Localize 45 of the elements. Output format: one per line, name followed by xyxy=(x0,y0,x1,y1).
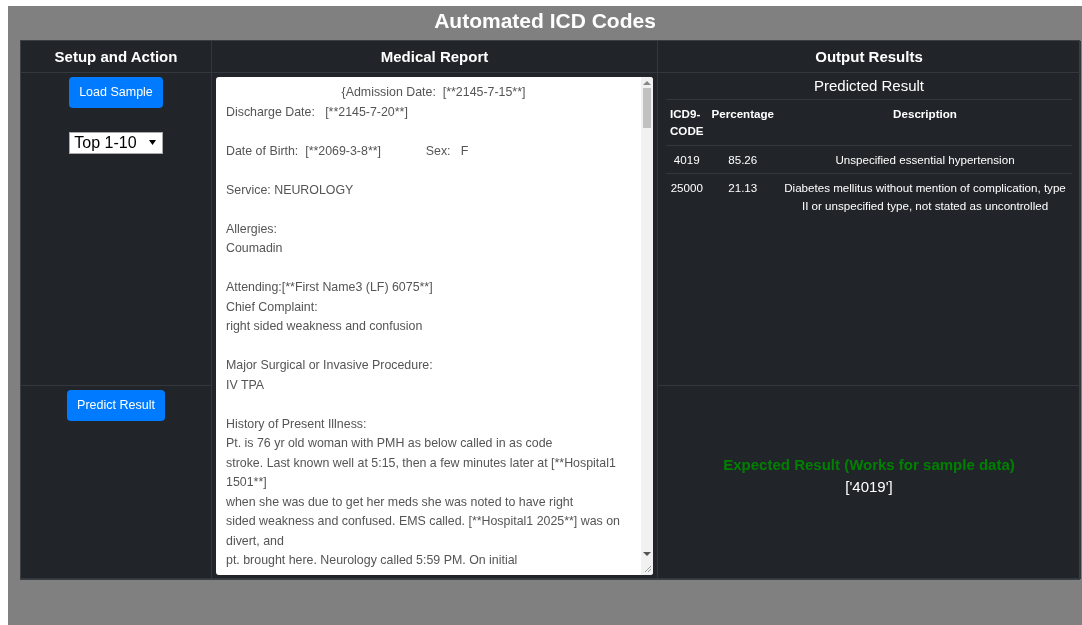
report-line: Discharge Date: [**2145-7-20**] xyxy=(226,103,408,121)
column-header: Medical Report xyxy=(212,41,658,73)
scroll-down-icon[interactable] xyxy=(643,551,651,557)
table-cell: Unspecified essential hypertension xyxy=(778,145,1072,174)
report-line: Chief Complaint: xyxy=(226,298,318,316)
table-cell: 25000 xyxy=(666,173,708,219)
report-line: sided weakness and confused. EMS called. [**Hospital1 2025**] was on xyxy=(226,513,620,530)
report-line: History of Present Illness: xyxy=(226,415,367,433)
page-title: Automated ICD Codes xyxy=(433,8,657,34)
scroll-up-icon[interactable] xyxy=(643,80,651,86)
table-cell: 21.13 xyxy=(707,173,778,219)
report-line: 1501**] xyxy=(226,474,267,491)
predicted-result-title: Predicted Result xyxy=(812,76,926,96)
report-line: IV TPA xyxy=(226,376,265,394)
table-cell: Diabetes mellitus without mention of complication, type II or unspecified type, not stated as uncontrolled xyxy=(778,173,1072,219)
load-sample-button[interactable]: Load Sample xyxy=(69,77,163,108)
report-line: Coumadin xyxy=(226,240,283,257)
report-line: Attending:[**First Name3 (LF) 6075**] xyxy=(226,279,433,296)
report-text-area[interactable] xyxy=(216,77,653,575)
report-line: stroke. Last known well at 5:15, then a few minutes later at [**Hospital1 xyxy=(226,454,616,472)
column-header: Description xyxy=(778,99,1072,146)
report-line: pt. brought here. Neurology called 5:59 PM. On initial xyxy=(226,552,518,569)
predict-result-button[interactable]: Predict Result xyxy=(67,390,165,421)
resize-grip-icon[interactable] xyxy=(642,563,652,573)
table-cell: 85.26 xyxy=(707,145,778,174)
report-line: Allergies: xyxy=(226,220,277,238)
report-line: Pt. is 76 yr old woman with PMH as below called in as code xyxy=(226,435,553,452)
report-line: Service: NEUROLOGY xyxy=(226,181,354,199)
caret-icon xyxy=(148,140,156,146)
report-line: Date of Birth: [**2069-3-8**] Sex: F xyxy=(226,142,469,160)
column-header: ICD9-CODE xyxy=(666,99,708,146)
expected-result-value: ['4019'] xyxy=(845,477,893,497)
report-line: when she was due to get her meds she was noted to have right xyxy=(226,493,574,511)
column-header: Setup and Action xyxy=(21,41,212,73)
column-header: Output Results xyxy=(658,41,1081,73)
column-header: Percentage xyxy=(707,99,778,146)
expected-result-title: Expected Result (Works for sample data) xyxy=(723,454,1015,475)
table-cell: 4019 xyxy=(666,145,708,174)
report-line: Major Surgical or Invasive Procedure: xyxy=(226,357,433,374)
top-range-select[interactable]: Top 1-10 xyxy=(69,131,163,154)
scrollbar[interactable] xyxy=(641,77,653,575)
report-line: {Admission Date: [**2145-7-15**] xyxy=(341,84,526,101)
report-line: divert, and xyxy=(226,532,284,550)
report-line: right sided weakness and confusion xyxy=(226,318,423,335)
scroll-thumb[interactable] xyxy=(643,88,651,128)
